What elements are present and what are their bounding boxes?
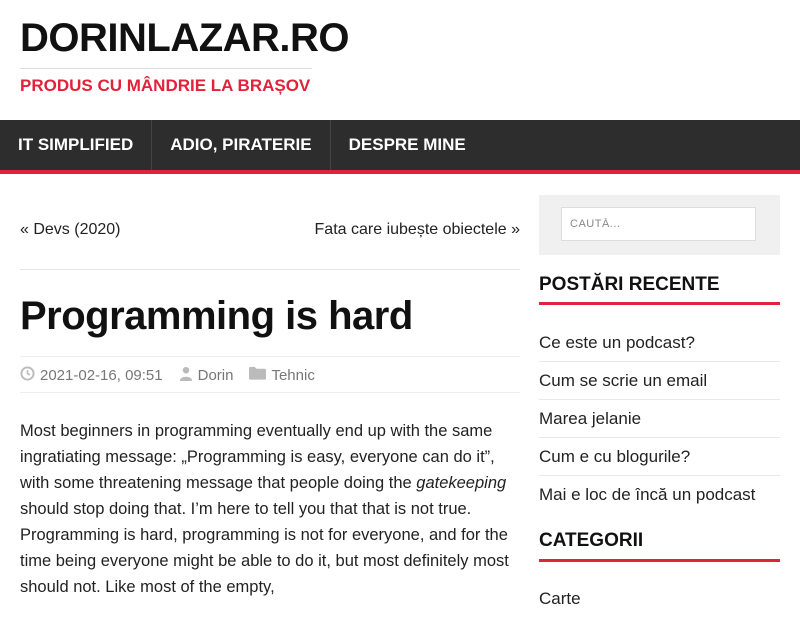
post-body: Most beginners in programming eventually… (20, 418, 522, 600)
recent-post-item[interactable]: Cum se scrie un email (539, 362, 780, 400)
category-item[interactable]: Carte (539, 580, 780, 617)
recent-post-item[interactable]: Ce este un podcast? (539, 324, 780, 362)
post-body-text: should stop doing that. I’m here to tell… (20, 500, 509, 596)
title-divider (20, 68, 312, 69)
recent-post-item[interactable]: Mai e loc de încă un podcast (539, 476, 780, 513)
post-body-emphasis: gatekeeping (416, 474, 507, 492)
post-meta: 2021-02-16, 09:51 Dorin Tehnic (20, 365, 331, 385)
nav-item-it-simplified[interactable]: IT SIMPLIFIED (0, 120, 153, 170)
site-tagline: PRODUS CU MÂNDRIE LA BRAȘOV (20, 76, 311, 95)
navbar-accent-line (0, 170, 800, 174)
post-author[interactable]: Dorin (198, 367, 234, 384)
previous-post-link[interactable]: « Devs (2020) (20, 221, 121, 239)
main-navigation: IT SIMPLIFIED ADIO, PIRATERIE DESPRE MIN… (0, 120, 800, 170)
clock-icon (20, 365, 35, 385)
widget-title-underline (539, 302, 780, 305)
site-title[interactable]: DORINLAZAR.RO (20, 16, 350, 60)
recent-post-item[interactable]: Cum e cu blogurile? (539, 438, 780, 476)
post-category[interactable]: Tehnic (271, 367, 314, 384)
recent-posts-title: POSTĂRI RECENTE (539, 274, 720, 295)
post-navigation: « Devs (2020) Fata care iubește obiectel… (20, 221, 520, 243)
divider (20, 269, 520, 270)
categories-list: Carte (539, 580, 780, 617)
user-icon (179, 366, 193, 385)
next-post-link[interactable]: Fata care iubește obiectele » (315, 221, 520, 239)
folder-icon (249, 366, 267, 384)
recent-posts-list: Ce este un podcast? Cum se scrie un emai… (539, 324, 780, 513)
nav-item-despre-mine[interactable]: DESPRE MINE (331, 120, 484, 170)
post-date: 2021-02-16, 09:51 (40, 366, 163, 384)
categories-title: CATEGORII (539, 530, 644, 551)
recent-post-item[interactable]: Marea jelanie (539, 400, 780, 438)
nav-item-adio-piraterie[interactable]: ADIO, PIRATERIE (152, 120, 331, 170)
post-title: Programming is hard (20, 294, 413, 338)
search-input[interactable] (561, 207, 756, 241)
widget-title-underline (539, 559, 780, 562)
meta-divider (20, 356, 520, 357)
meta-divider (20, 392, 520, 393)
search-widget (539, 195, 780, 255)
